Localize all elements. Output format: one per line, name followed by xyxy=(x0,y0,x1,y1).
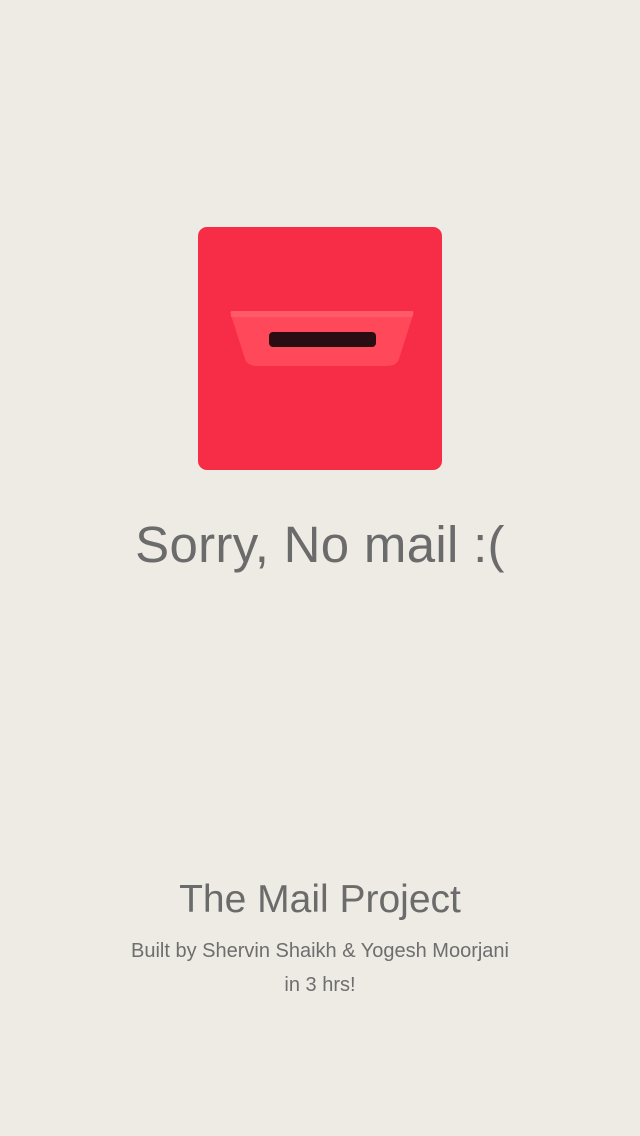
footer-credit-line-2: in 3 hrs! xyxy=(284,974,356,996)
mailbox-icon xyxy=(198,227,442,470)
mail-slot-icon xyxy=(230,311,414,366)
footer-title: The Mail Project xyxy=(179,878,461,921)
empty-state-message: Sorry, No mail :( xyxy=(135,516,505,573)
footer-credit-line: Built by Shervin Shaikh & Yogesh Moorjan… xyxy=(130,940,509,962)
